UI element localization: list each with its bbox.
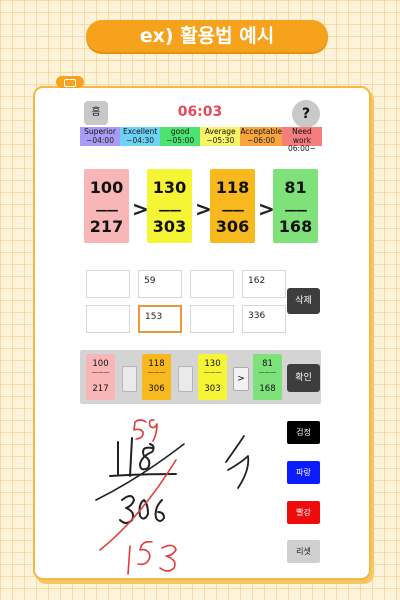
home-button[interactable]: 홈: [84, 101, 108, 125]
grade-excellent: Excellent ~04:30: [120, 127, 161, 146]
grid-cell-r2c3[interactable]: [190, 305, 234, 333]
slot-2[interactable]: [178, 366, 193, 392]
grade-need-work: Need work 06:00~: [281, 127, 323, 153]
ink-red-59: [133, 419, 147, 440]
strip-card-1[interactable]: 100 ——— 217: [86, 354, 115, 400]
grid-cell-r2c1[interactable]: [86, 305, 130, 333]
fraction-card-4: 81 —— 168: [273, 169, 318, 243]
pen-red-button[interactable]: 빨강: [287, 501, 320, 524]
reset-button[interactable]: 리셋: [287, 540, 320, 563]
strip-card-3[interactable]: 130 ——— 303: [198, 354, 227, 400]
slot-1[interactable]: [122, 366, 137, 392]
strip-card-2[interactable]: 118 ——— 306: [142, 354, 171, 400]
drawing-canvas[interactable]: [80, 408, 285, 578]
grid-cell-r2c4[interactable]: 336: [242, 305, 286, 333]
grid-cell-r2c2[interactable]: 153: [138, 305, 182, 333]
pen-black-button[interactable]: 검정: [287, 421, 320, 444]
ink-red-153: [127, 545, 131, 575]
grade-average: Average ~05:30: [200, 127, 241, 146]
grade-superior: Superior ~04:00: [80, 127, 121, 146]
grid-cell-r1c3[interactable]: [190, 270, 234, 298]
confirm-button[interactable]: 확인: [287, 364, 320, 392]
grade-good: good ~05:00: [160, 127, 201, 146]
pen-blue-button[interactable]: 파랑: [287, 461, 320, 484]
slot-3-arrow[interactable]: >: [233, 367, 249, 391]
grid-cell-r1c2[interactable]: 59: [138, 270, 182, 298]
help-button[interactable]: ?: [292, 100, 320, 128]
fraction-card-1: 100 —— 217: [84, 169, 129, 243]
grid-cell-r1c4[interactable]: 162: [242, 270, 286, 298]
delete-button[interactable]: 삭제: [287, 288, 320, 314]
timer-display: 06:03: [177, 104, 223, 120]
card-tab-icon: [56, 76, 84, 88]
grade-legend: Superior ~04:00 Excellent ~04:30 good ~05:0…: [80, 127, 323, 153]
grade-acceptable: Acceptable ~06:00: [240, 127, 282, 146]
fraction-card-3: 118 —— 306: [210, 169, 255, 243]
page-banner: ex) 활용법 예시: [86, 20, 328, 52]
fraction-card-2: 130 —— 303: [147, 169, 192, 243]
grid-cell-r1c1[interactable]: [86, 270, 130, 298]
strip-card-4[interactable]: 81 ——— 168: [253, 354, 282, 400]
